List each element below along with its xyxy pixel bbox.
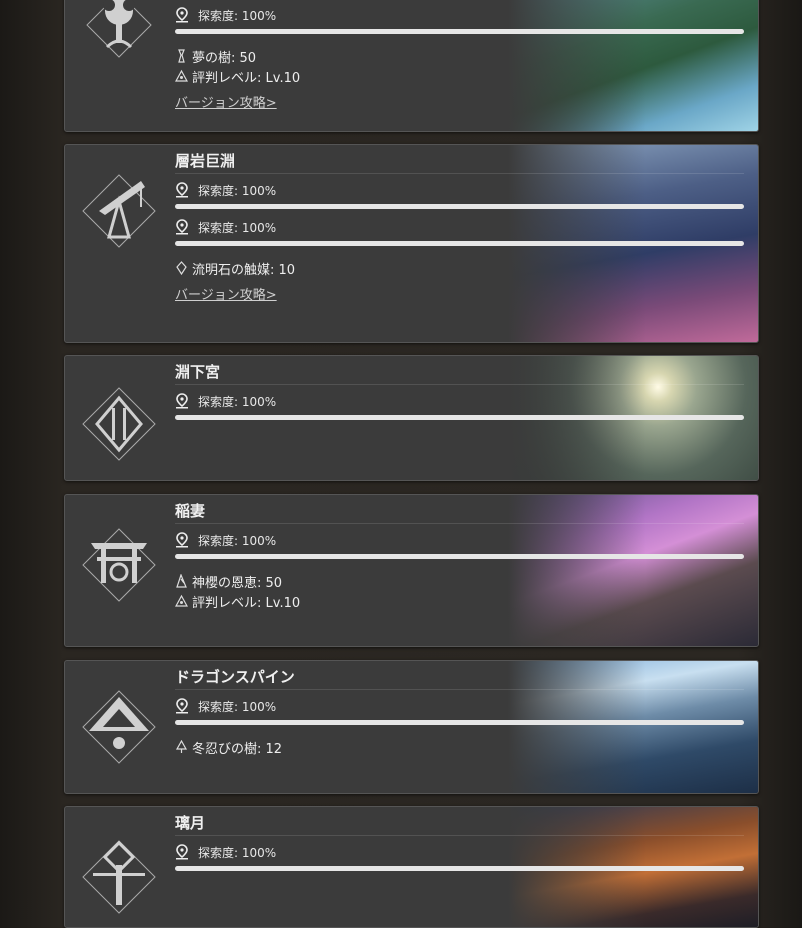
reputation-icon: [175, 594, 188, 607]
exploration-row: 探索度: 100%: [175, 391, 744, 411]
exploration-row: 探索度: 100%: [175, 5, 744, 25]
region-card-liyue: 璃月 探索度: 100%: [64, 806, 759, 928]
exploration-label: 探索度: 100%: [198, 845, 277, 860]
exploration-row: 探索度: 100%: [175, 217, 744, 237]
exploration-progress-bar: [175, 866, 744, 871]
enkanomiya-emblem-icon: [79, 384, 159, 464]
dragonspine-emblem-icon: [79, 687, 159, 767]
exploration-progress-bar: [175, 204, 744, 209]
map-pin-icon: [176, 698, 188, 714]
map-pin-icon: [176, 393, 188, 409]
version-guide-link[interactable]: バージョン攻略>: [175, 284, 277, 303]
exploration-row: 探索度: 100%: [175, 842, 744, 862]
stat-text: 評判レベル: Lv.10: [192, 595, 301, 611]
region-title: 璃月: [175, 811, 744, 836]
frostbearing-tree-icon: [175, 740, 188, 753]
stat-row: 流明石の触媒: 10: [175, 258, 744, 278]
exploration-row: 探索度: 100%: [175, 530, 744, 550]
stat-row: 評判レベル: Lv.10: [175, 591, 744, 611]
region-title: ドラゴンスパイン: [175, 665, 744, 690]
stat-text: 神櫻の恩恵: 50: [192, 575, 283, 591]
stat-row: 評判レベル: Lv.10: [175, 66, 744, 86]
exploration-progress-bar: [175, 415, 744, 420]
exploration-label: 探索度: 100%: [198, 8, 277, 23]
map-pin-icon: [176, 219, 188, 235]
sacred-sakura-icon: [176, 574, 187, 588]
stat-text: 評判レベル: Lv.10: [192, 70, 301, 86]
stat-row: 冬忍びの樹: 12: [175, 737, 744, 757]
exploration-label: 探索度: 100%: [198, 220, 277, 235]
region-title: 稲妻: [175, 499, 744, 524]
exploration-row: 探索度: 100%: [175, 696, 744, 716]
map-pin-icon: [176, 182, 188, 198]
lumenstone-icon: [176, 261, 187, 275]
reputation-icon: [175, 69, 188, 82]
map-pin-icon: [176, 7, 188, 23]
stat-row: 神櫻の恩恵: 50: [175, 571, 744, 591]
sumeru-emblem-icon: [79, 0, 159, 71]
region-title: 淵下宮: [175, 360, 744, 385]
chasm-emblem-icon: [79, 171, 159, 251]
map-pin-icon: [176, 532, 188, 548]
exploration-row: 探索度: 100%: [175, 180, 744, 200]
exploration-label: 探索度: 100%: [198, 183, 277, 198]
region-card-sumeru: 探索度: 100% 夢の樹: 50 評判レベル: Lv.10 バージョン攻略>: [64, 0, 759, 132]
exploration-label: 探索度: 100%: [198, 533, 277, 548]
inazuma-emblem-icon: [79, 525, 159, 605]
stat-text: 冬忍びの樹: 12: [192, 741, 283, 757]
tree-offering-icon: [178, 49, 185, 63]
region-card-dragonspine: ドラゴンスパイン 探索度: 100% 冬忍びの樹: 12: [64, 660, 759, 794]
version-guide-link[interactable]: バージョン攻略>: [175, 92, 277, 111]
exploration-label: 探索度: 100%: [198, 699, 277, 714]
liyue-emblem-icon: [79, 837, 159, 917]
region-card-inazuma: 稲妻 探索度: 100% 神櫻の恩恵: 50 評判レベル: Lv.10: [64, 494, 759, 647]
region-card-enkanomiya: 淵下宮 探索度: 100%: [64, 355, 759, 481]
region-title: 層岩巨淵: [175, 149, 744, 174]
stat-text: 夢の樹: 50: [192, 50, 257, 66]
exploration-label: 探索度: 100%: [198, 394, 277, 409]
map-pin-icon: [176, 844, 188, 860]
region-card-chasm: 層岩巨淵 探索度: 100% 探索度: 100% 流明石の触媒: 10 バージョ…: [64, 144, 759, 343]
stat-row: 夢の樹: 50: [175, 46, 744, 66]
stat-text: 流明石の触媒: 10: [192, 262, 296, 278]
